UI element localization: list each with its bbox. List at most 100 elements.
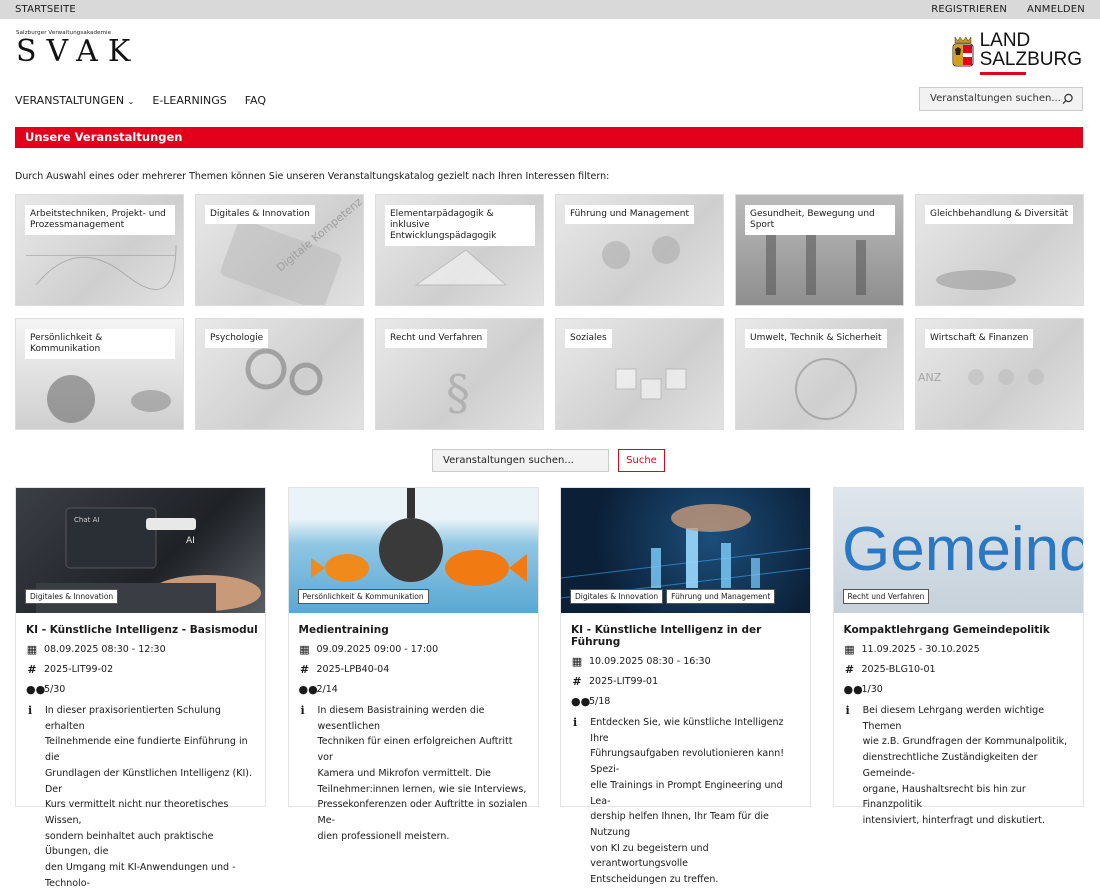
event-card[interactable]: Digitales & Innovation Führung und Manag… bbox=[560, 487, 811, 885]
register-link[interactable]: REGISTRIEREN bbox=[931, 4, 1007, 15]
salzburg-word: SALZBURG bbox=[979, 49, 1082, 70]
desc-line: dership helfen Ihnen, Ihr Team für die N… bbox=[590, 811, 769, 838]
topic-label: Arbeitstechniken, Projekt- und Prozessma… bbox=[25, 205, 175, 235]
card-date: 10.09.2025 08:30 - 16:30 bbox=[589, 656, 711, 667]
info-icon: i bbox=[845, 704, 850, 717]
event-card[interactable]: Chat AI AI Digitales & Innovation KI - K… bbox=[15, 487, 266, 889]
card-code-row: #2025-LIT99-01 bbox=[571, 675, 810, 688]
event-card-list: Chat AI AI Digitales & Innovation KI - K… bbox=[15, 487, 1084, 889]
topic-tile[interactable]: Psychologie bbox=[195, 318, 364, 430]
hash-icon: # bbox=[572, 675, 582, 688]
card-description: i In diesem Basistraining werden die wes… bbox=[301, 703, 528, 844]
info-icon: i bbox=[28, 704, 33, 717]
desc-line: dienstrechtliche Zuständigkeiten der Gem… bbox=[862, 752, 1038, 779]
card-title[interactable]: Kompaktlehrgang Gemeindepolitik bbox=[844, 624, 1083, 636]
card-date-row: ▦ 11.09.2025 - 30.10.2025 bbox=[844, 643, 1083, 656]
startseite-link[interactable]: STARTSEITE bbox=[15, 4, 76, 15]
search-button[interactable]: Suche bbox=[618, 449, 665, 472]
header-search-placeholder: Veranstaltungen suchen... bbox=[930, 93, 1061, 104]
card-code: 2025-LIT99-01 bbox=[589, 676, 659, 687]
topic-tile[interactable]: § Recht und Verfahren bbox=[375, 318, 544, 430]
hash-icon: # bbox=[844, 663, 855, 676]
topic-label: Elementarpädagogik & inklusive Entwicklu… bbox=[385, 205, 535, 246]
card-description-text: In dieser praxisorientierten Schulung er… bbox=[45, 703, 255, 891]
topic-tile[interactable]: Soziales bbox=[555, 318, 724, 430]
event-card[interactable]: Persönlichkeit & Kommunikation Medientra… bbox=[287, 487, 539, 842]
users-icon: ●● bbox=[298, 683, 318, 696]
desc-line: Teilnehmende eine fundierte Einführung i… bbox=[44, 736, 248, 764]
intro-text: Durch Auswahl eines oder mehrerer Themen… bbox=[15, 171, 610, 182]
topic-label: Psychologie bbox=[205, 329, 269, 348]
card-image-gemeinde-sign: Gemeind Recht und Verfahren bbox=[833, 488, 1083, 613]
card-tag[interactable]: Digitales & Innovation bbox=[570, 589, 664, 604]
login-link[interactable]: ANMELDEN bbox=[1027, 4, 1085, 15]
calendar-icon: ▦ bbox=[26, 643, 38, 656]
svak-logo[interactable]: Salzburger Verwaltungsakademie SVAK bbox=[16, 30, 140, 67]
topic-tile[interactable]: Arbeitstechniken, Projekt- und Prozessma… bbox=[15, 194, 184, 306]
card-image-microphone-fish: Persönlichkeit & Kommunikation bbox=[288, 488, 538, 613]
card-seats-row: ●● 5/30 bbox=[26, 683, 265, 696]
calendar-icon: ▦ bbox=[299, 643, 310, 656]
desc-line: von KI zu begeistern und verantwortungsv… bbox=[590, 842, 709, 870]
desc-line: Grundlagen der Künstlichen Intelligenz (… bbox=[44, 767, 253, 795]
card-tag[interactable]: Digitales & Innovation bbox=[25, 589, 119, 604]
card-description-text: Bei diesem Lehrgang werden wichtige Them… bbox=[863, 703, 1073, 829]
svg-text:ANZ: ANZ bbox=[918, 371, 942, 384]
card-date: 09.09.2025 09:00 - 17:00 bbox=[316, 644, 439, 655]
land-salzburg-logo[interactable]: LAND SALZBURG bbox=[952, 31, 1082, 75]
topic-label: Persönlichkeit & Kommunikation bbox=[25, 329, 175, 359]
card-code-row: #2025-BLG10-01 bbox=[844, 663, 1083, 676]
nav-e-learnings[interactable]: E-LEARNINGS bbox=[152, 94, 226, 107]
users-icon: ●● bbox=[26, 683, 46, 696]
coat-of-arms-icon bbox=[952, 36, 974, 67]
card-date: 08.09.2025 08:30 - 12:30 bbox=[44, 644, 166, 655]
header-search-input[interactable]: Veranstaltungen suchen... bbox=[919, 87, 1083, 111]
desc-line: organe, Haushaltsrecht bis hin zur Finan… bbox=[862, 783, 1026, 811]
card-tags: Digitales & Innovation Führung und Manag… bbox=[570, 589, 776, 604]
card-tag[interactable]: Recht und Verfahren bbox=[842, 589, 930, 604]
account-links: REGISTRIEREN ANMELDEN bbox=[931, 4, 1085, 15]
card-title[interactable]: Medientraining bbox=[299, 624, 538, 636]
card-description: i In dieser praxisorientierten Schulung … bbox=[28, 703, 255, 891]
desc-line: Führungsaufgaben revolutionieren kann! S… bbox=[590, 748, 785, 776]
desc-line: In diesem Basistraining werden die wesen… bbox=[317, 705, 485, 732]
desc-line: Pressekonferenzen oder Auftritte in sozi… bbox=[317, 799, 528, 826]
svak-logo-text: SVAK bbox=[16, 34, 141, 69]
topic-tile[interactable]: Elementarpädagogik & inklusive Entwicklu… bbox=[375, 194, 544, 306]
catalog-search-input[interactable]: Veranstaltungen suchen... bbox=[432, 449, 609, 472]
info-icon: i bbox=[573, 716, 578, 729]
topic-tile[interactable]: Führung und Management bbox=[555, 194, 724, 306]
desc-line: Kurs vermittelt nicht nur theoretisches … bbox=[44, 799, 229, 826]
event-card[interactable]: Gemeind Recht und Verfahren Kompaktlehrg… bbox=[832, 487, 1084, 826]
topic-tile[interactable]: Gesundheit, Bewegung und Sport bbox=[735, 194, 904, 306]
topic-tile[interactable]: Persönlichkeit & Kommunikation bbox=[15, 318, 184, 430]
card-title[interactable]: KI - Künstliche Intelligenz - Basismodul bbox=[26, 624, 265, 636]
card-tag[interactable]: Führung und Management bbox=[666, 589, 776, 604]
nav-veranstaltungen[interactable]: VERANSTALTUNGEN ⌄ bbox=[15, 94, 134, 107]
search-icon[interactable] bbox=[1062, 93, 1074, 105]
nav-veranstaltungen-label: VERANSTALTUNGEN bbox=[15, 94, 125, 107]
desc-line: Entscheidungen zu treffen. bbox=[590, 874, 719, 886]
card-code: 2025-LPB40-04 bbox=[316, 664, 390, 675]
card-title[interactable]: KI - Künstliche Intelligenz in der Führu… bbox=[571, 624, 810, 648]
topic-tile[interactable]: Digitale Kompetenz Digitales & Innovatio… bbox=[195, 194, 364, 306]
topic-tile[interactable]: ANZ Wirtschaft & Finanzen bbox=[915, 318, 1084, 430]
svg-text:Chat AI: Chat AI bbox=[74, 516, 99, 524]
topic-grid: Arbeitstechniken, Projekt- und Prozessma… bbox=[15, 194, 1084, 430]
topic-tile[interactable]: Umwelt, Technik & Sicherheit bbox=[735, 318, 904, 430]
card-image-ai-laptop: Chat AI AI Digitales & Innovation bbox=[16, 488, 265, 613]
logo-red-bar bbox=[979, 72, 1026, 75]
desc-line: intensiviert, hinterfragt und diskutiert… bbox=[862, 814, 1046, 826]
desc-line: Kamera und Mikrofon vermittelt. Die bbox=[317, 767, 491, 779]
topic-tile[interactable]: Gleichbehandlung & Diversität bbox=[915, 194, 1084, 306]
card-seats: 5/30 bbox=[44, 684, 66, 695]
card-tags: Recht und Verfahren bbox=[842, 589, 930, 604]
card-tag[interactable]: Persönlichkeit & Kommunikation bbox=[297, 589, 429, 604]
card-date-row: ▦ 10.09.2025 08:30 - 16:30 bbox=[571, 655, 810, 668]
card-seats-row: ●● 1/30 bbox=[844, 683, 1083, 696]
calendar-icon: ▦ bbox=[844, 643, 855, 656]
nav-faq[interactable]: FAQ bbox=[245, 94, 266, 107]
desc-line: elle Trainings in Prompt Engineering und… bbox=[590, 779, 783, 807]
hash-icon: # bbox=[27, 663, 37, 676]
topic-label: Führung und Management bbox=[565, 205, 695, 224]
